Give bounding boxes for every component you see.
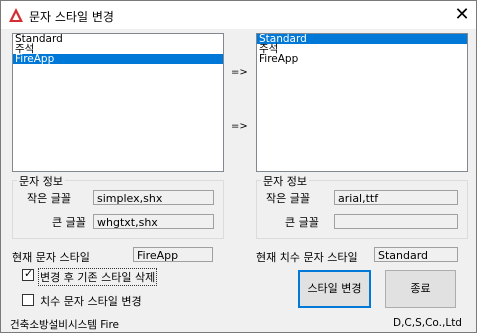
small-font-label: 작은 글꼴 bbox=[27, 192, 71, 205]
check-mark-icon: ✓ bbox=[24, 267, 34, 280]
big-font-label: 큰 글꼴 bbox=[52, 216, 86, 229]
big-font-field bbox=[334, 214, 458, 229]
small-font-field: simplex,shx bbox=[93, 190, 214, 205]
big-font-label: 큰 글꼴 bbox=[285, 216, 319, 229]
current-text-style-field: FireApp bbox=[133, 247, 213, 262]
small-font-label: 작은 글꼴 bbox=[266, 192, 310, 205]
change-style-button[interactable]: 스타일 변경 bbox=[298, 270, 371, 308]
arrow-bottom: => bbox=[231, 121, 248, 132]
delete-existing-label[interactable]: 변경 후 기존 스타일 삭제 bbox=[38, 268, 158, 286]
window-title: 문자 스타일 변경 bbox=[29, 10, 114, 24]
footer-company-name: D,C,S,Co.,Ltd bbox=[393, 317, 462, 329]
change-dim-style-label[interactable]: 치수 문자 스타일 변경 bbox=[40, 293, 142, 309]
dialog-window: 문자 스타일 변경 ✕ Standard 주석 FireApp => => St… bbox=[0, 0, 477, 333]
change-dim-style-checkbox[interactable] bbox=[22, 294, 34, 306]
left-group-title: 문자 정보 bbox=[17, 173, 65, 189]
title-bar: 문자 스타일 변경 ✕ bbox=[1, 1, 476, 29]
small-font-field: arial,ttf bbox=[334, 190, 458, 205]
list-item-selected[interactable]: FireApp bbox=[13, 54, 223, 64]
list-item-selected[interactable]: Standard bbox=[257, 34, 467, 44]
current-dim-style-field: Standard bbox=[374, 247, 458, 262]
current-dim-style-label: 현재 치수 문자 스타일 bbox=[256, 251, 358, 264]
right-group-title: 문자 정보 bbox=[261, 173, 309, 189]
current-text-style-label: 현재 문자 스타일 bbox=[12, 251, 90, 264]
list-item[interactable]: FireApp bbox=[257, 54, 467, 65]
big-font-field: whgtxt,shx bbox=[93, 214, 214, 229]
target-style-list[interactable]: Standard 주석 FireApp bbox=[256, 33, 468, 172]
list-item[interactable]: Standard bbox=[13, 34, 223, 44]
close-icon[interactable]: ✕ bbox=[449, 3, 475, 27]
app-logo-icon bbox=[9, 8, 23, 22]
arrow-top: => bbox=[231, 67, 248, 78]
source-style-list[interactable]: Standard 주석 FireApp bbox=[12, 33, 224, 172]
delete-existing-checkbox[interactable]: ✓ bbox=[22, 267, 34, 281]
footer-product-name: 건축소방설비시스템 Fire bbox=[10, 319, 120, 331]
exit-button[interactable]: 종료 bbox=[385, 270, 456, 308]
